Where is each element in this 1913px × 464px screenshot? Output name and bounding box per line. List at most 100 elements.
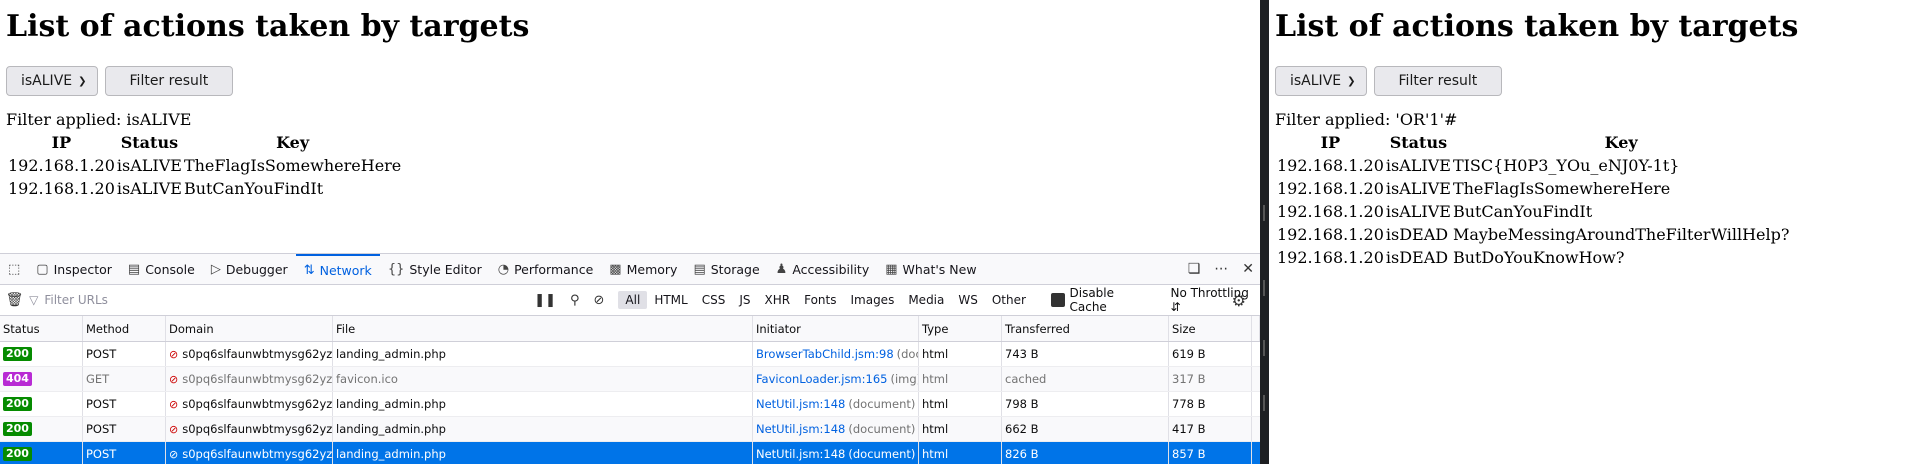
filter-controls: isALIVE ❯ Filter result [1275, 66, 1913, 96]
initiator-note: (document) [848, 447, 916, 461]
style-editor-icon: {} [387, 261, 405, 277]
cell-status: isALIVE [1385, 179, 1451, 198]
cell-key: ButDoYouKnowHow? [1452, 248, 1625, 267]
tab-style-editor[interactable]: {} Style Editor [380, 254, 490, 284]
tab-console[interactable]: ▤ Console [120, 254, 203, 284]
right-page-content: List of actions taken by targets isALIVE… [1269, 0, 1913, 269]
grip-mark [1263, 205, 1265, 221]
type-filter-js[interactable]: JS [732, 291, 757, 309]
cell-status: 200 [0, 342, 83, 366]
cell-domain: ⊘ s0pq6slfaunwbtmysg62yz... [166, 367, 333, 391]
tab-inspector[interactable]: ▢ Inspector [28, 254, 120, 284]
status-select[interactable]: isALIVE ❯ [6, 66, 98, 96]
domain-text: s0pq6slfaunwbtmysg62yz... [182, 447, 333, 461]
element-picker-button[interactable]: ⬚ [0, 254, 28, 284]
storage-icon: ▤ [693, 261, 706, 277]
type-filter-images[interactable]: Images [843, 291, 901, 309]
cell-transferred: 743 B [1002, 342, 1169, 366]
request-row[interactable]: 404 GET ⊘ s0pq6slfaunwbtmysg62yz... favic… [0, 367, 1260, 392]
request-row-selected[interactable]: 200 POST ⊘ s0pq6slfaunwbtmysg62yz... land… [0, 442, 1260, 464]
cell-file: landing_admin.php [333, 417, 753, 441]
type-filter-fonts[interactable]: Fonts [797, 291, 843, 309]
initiator-link[interactable]: NetUtil.jsm:148 [756, 422, 845, 436]
disable-cache-checkbox[interactable]: Disable Cache [1050, 286, 1153, 314]
request-row[interactable]: 200 POST ⊘ s0pq6slfaunwbtmysg62yz... land… [0, 417, 1260, 442]
cell-status: isALIVE [1385, 202, 1451, 221]
filter-result-button[interactable]: Filter result [1373, 66, 1503, 96]
picker-icon: ⬚ [8, 261, 21, 277]
cell-key: ButCanYouFindIt [1452, 202, 1593, 221]
grip-mark [1263, 280, 1265, 296]
request-row[interactable]: 200 POST ⊘ s0pq6slfaunwbtmysg62yz... land… [0, 342, 1260, 367]
filter-applied-value: isALIVE [126, 110, 192, 129]
console-icon: ▤ [127, 261, 141, 277]
col-header-method[interactable]: Method [83, 316, 166, 341]
type-filter-media[interactable]: Media [901, 291, 951, 309]
type-filters: All HTML CSS JS XHR Fonts Images Media W… [618, 291, 1033, 309]
type-filter-xhr[interactable]: XHR [758, 291, 798, 309]
initiator-link[interactable]: NetUtil.jsm:148 [756, 397, 845, 411]
cell-initiator: NetUtil.jsm:148 (document) [753, 417, 919, 441]
tab-performance[interactable]: ◔ Performance [490, 254, 602, 284]
cell-status: isDEAD [1385, 225, 1449, 244]
initiator-note: (document) [848, 422, 916, 436]
initiator-link[interactable]: NetUtil.jsm:148 [756, 447, 845, 461]
col-header-transferred[interactable]: Transferred [1002, 316, 1169, 341]
cell-type: html [919, 392, 1002, 416]
col-header-status[interactable]: Status [0, 316, 83, 341]
col-header-file[interactable]: File [333, 316, 753, 341]
window-divider[interactable] [1260, 0, 1269, 464]
cell-status: 404 [0, 367, 83, 391]
filter-urls-input[interactable]: ▽ Filter URLs [29, 293, 514, 307]
cell-transferred: 826 B [1002, 442, 1169, 464]
status-badge: 200 [3, 397, 32, 411]
tab-whats-new[interactable]: ▦ What's New [877, 254, 984, 284]
chevron-down-icon: ❯ [78, 75, 87, 87]
pause-icon[interactable]: ❚❚ [534, 293, 556, 308]
tab-network[interactable]: ⇅ Network [295, 254, 380, 284]
filter-result-button[interactable]: Filter result [104, 66, 234, 96]
cell-initiator: FaviconLoader.jsm:165 (img) [753, 367, 919, 391]
tab-memory[interactable]: ▩ Memory [601, 254, 685, 284]
insecure-lock-icon: ⊘ [169, 347, 179, 361]
type-filter-other[interactable]: Other [985, 291, 1033, 309]
chevron-down-icon: ❯ [1347, 75, 1356, 87]
tab-debugger[interactable]: ▷ Debugger [203, 254, 296, 284]
left-browser-pane: List of actions taken by targets isALIVE… [0, 0, 1260, 464]
trash-icon[interactable]: 🗑 [0, 292, 29, 308]
dock-icon[interactable]: ❏ [1188, 261, 1201, 277]
initiator-link[interactable]: BrowserTabChild.jsm:98 [756, 347, 894, 361]
close-icon[interactable]: ✕ [1242, 261, 1254, 277]
search-icon[interactable]: ⚲ [570, 293, 580, 308]
tab-label: Storage [710, 261, 760, 277]
results-table: IP Status Key 192.168.1.20 isALIVE TheFl… [6, 131, 403, 200]
cell-initiator: NetUtil.jsm:148 (document) [753, 442, 919, 464]
tab-accessibility[interactable]: ♟ Accessibility [768, 254, 878, 284]
col-header-key: Key [1604, 133, 1638, 152]
throttling-select[interactable]: No Throttling ⇵ [1170, 286, 1260, 314]
col-header-domain[interactable]: Domain [166, 316, 333, 341]
type-filter-html[interactable]: HTML [647, 291, 694, 309]
initiator-link[interactable]: FaviconLoader.jsm:165 [756, 372, 887, 386]
status-select[interactable]: isALIVE ❯ [1275, 66, 1367, 96]
table-row: 192.168.1.20 isALIVE ButCanYouFindIt [1277, 200, 1789, 223]
tab-label: Style Editor [409, 261, 482, 277]
col-header-size[interactable]: Size [1169, 316, 1252, 341]
tab-label: Performance [514, 261, 594, 277]
table-row: 192.168.1.20 isALIVE TISC{H0P3_YOu_eNJ0Y… [1277, 154, 1789, 177]
type-filter-css[interactable]: CSS [695, 291, 733, 309]
col-header-type[interactable]: Type [919, 316, 1002, 341]
cell-ip: 192.168.1.20 [1277, 225, 1384, 244]
more-options-icon[interactable]: ⋯ [1214, 261, 1228, 277]
table-row: 192.168.1.20 isALIVE ButCanYouFindIt [8, 177, 401, 200]
cell-ip: 192.168.1.20 [8, 156, 115, 175]
col-header-initiator[interactable]: Initiator [753, 316, 919, 341]
cell-type: html [919, 442, 1002, 464]
type-filter-ws[interactable]: WS [951, 291, 984, 309]
block-icon[interactable]: ⊘ [594, 293, 605, 308]
table-row: 192.168.1.20 isDEAD ButDoYouKnowHow? [1277, 246, 1789, 269]
gear-icon[interactable]: ⚙ [1232, 291, 1246, 310]
request-row[interactable]: 200 POST ⊘ s0pq6slfaunwbtmysg62yz... land… [0, 392, 1260, 417]
tab-storage[interactable]: ▤ Storage [685, 254, 767, 284]
type-filter-all[interactable]: All [618, 291, 648, 309]
